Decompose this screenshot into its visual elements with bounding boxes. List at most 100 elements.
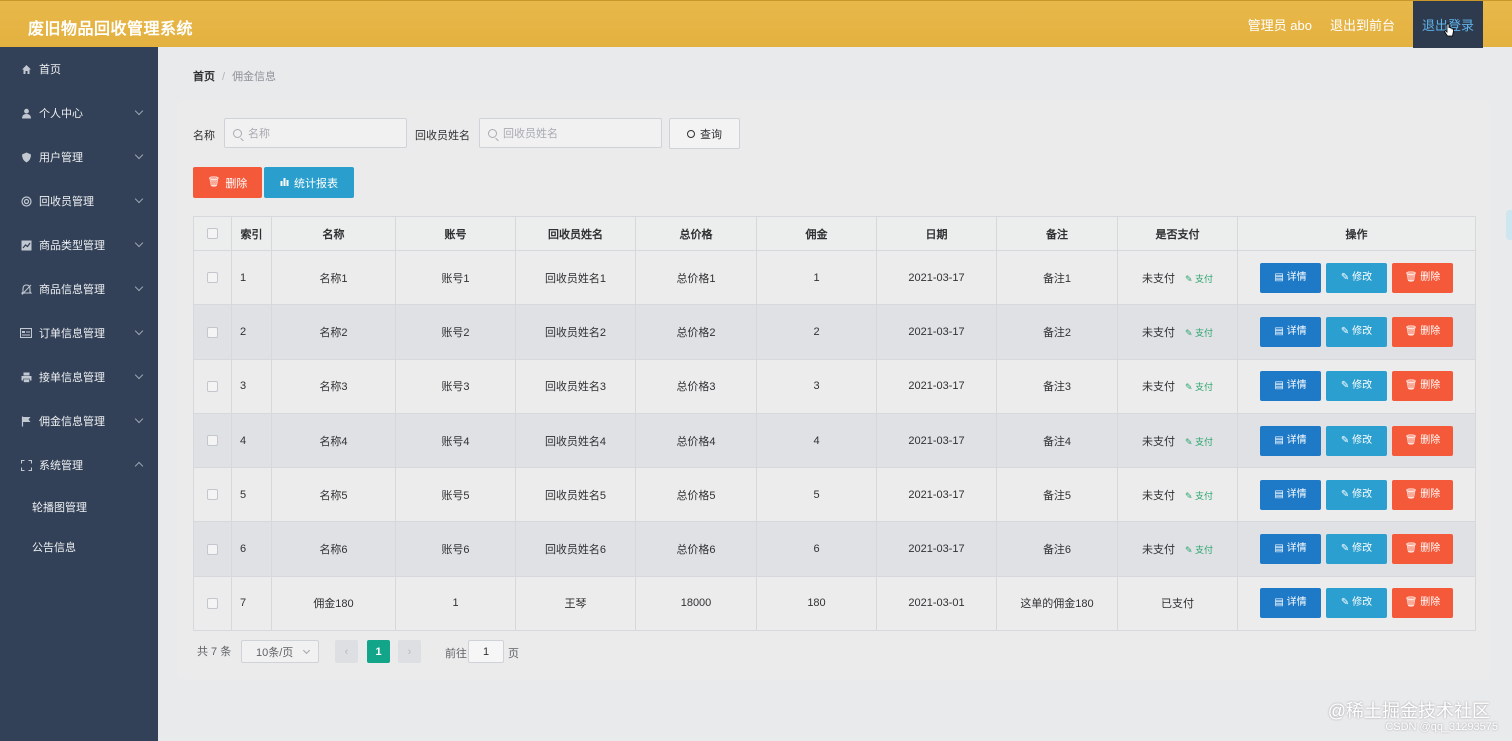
batch-delete-button[interactable]: 🗑 删除 [193,167,262,198]
sidebar-item-take-order-management[interactable]: 接单信息管理 [0,355,158,399]
cell-name: 名称2 [271,304,396,360]
edit-button[interactable]: ✎ 修改 [1326,425,1387,456]
row-checkbox[interactable] [207,543,218,555]
trash-icon: 🗑 [1404,488,1421,500]
detail-button[interactable]: ▤ 详情 [1260,262,1321,293]
watermark-csdn: CSDN @qq_31293575 [1385,721,1498,733]
name-search-input[interactable]: 名称 [224,118,407,148]
sidebar-item-goods-info-management[interactable]: 商品信息管理 [0,267,158,311]
row-select-cell[interactable] [193,358,232,414]
edit-button[interactable]: ✎ 修改 [1326,534,1387,565]
document-icon: ▤ [1274,597,1287,609]
row-checkbox[interactable] [207,272,218,284]
page-size-value: 10条/页 [256,646,294,659]
cell-date: 2021-03-17 [876,412,997,469]
sidebar-subitem-announcement[interactable]: 公告信息 [0,527,158,567]
pay-link[interactable]: ✎ 支付 [1185,274,1213,284]
sidebar-item-personal-center[interactable]: 个人中心 [0,91,158,135]
row-select-cell[interactable] [193,521,232,577]
stats-report-button[interactable]: 统计报表 [264,167,354,198]
breadcrumb-home[interactable]: 首页 [193,71,215,83]
side-drawer-handle[interactable] [1506,210,1512,240]
detail-button[interactable]: ▤ 详情 [1260,534,1321,565]
sidebar-item-commission-management[interactable]: 佣金信息管理 [0,399,158,443]
delete-button[interactable]: 🗑 删除 [1392,534,1453,565]
row-checkbox[interactable] [207,326,218,338]
sidebar-item-user-management[interactable]: 用户管理 [0,135,158,179]
sidebar-item-system-management[interactable]: 系统管理 [0,443,158,487]
select-all-cell[interactable] [193,216,232,251]
trash-icon: 🗑 [1404,271,1421,283]
row-select-cell[interactable] [193,304,232,360]
row-checkbox[interactable] [207,489,218,501]
delete-button[interactable]: 🗑 删除 [1392,425,1453,456]
delete-button[interactable]: 🗑 删除 [1392,262,1453,293]
delete-button[interactable]: 🗑 删除 [1392,588,1453,619]
cell-index: 4 [231,412,272,469]
row-checkbox[interactable] [207,380,218,392]
logout-button[interactable]: 退出登录 [1413,1,1483,48]
trash-icon: 🗑 [207,177,221,188]
row-select-cell[interactable] [193,249,232,306]
query-button[interactable]: 查询 [669,118,740,149]
sidebar-item-goods-type-management[interactable]: 商品类型管理 [0,223,158,267]
edit-button[interactable]: ✎ 修改 [1326,588,1387,619]
goto-page-input[interactable]: 1 [468,640,504,663]
pay-link[interactable]: ✎ 支付 [1185,382,1213,392]
pay-link[interactable]: ✎ 支付 [1185,545,1213,555]
header-actions: 管理员 abo 退出到前台 退出登录 [1248,1,1512,48]
sidebar-item-home[interactable]: 首页 [0,47,158,91]
detail-button[interactable]: ▤ 详情 [1260,371,1321,402]
paid-status: 已支付 [1161,598,1194,611]
back-to-front-link[interactable]: 退出到前台 [1330,15,1395,34]
edit-label: 修改 [1352,380,1373,392]
cell-total: 总价格4 [635,412,757,469]
row-checkbox[interactable] [207,435,218,447]
delete-button[interactable]: 🗑 删除 [1392,479,1453,510]
detail-button[interactable]: ▤ 详情 [1260,316,1321,347]
cell-account: 账号2 [395,304,516,360]
cell-account: 账号1 [395,249,516,306]
edit-button[interactable]: ✎ 修改 [1326,316,1387,347]
chevron-down-icon [134,282,144,292]
next-page-button[interactable]: › [398,640,421,663]
prev-page-button[interactable]: ‹ [335,640,358,663]
row-checkbox[interactable] [207,598,218,610]
edit-button[interactable]: ✎ 修改 [1326,371,1387,402]
pay-link-label: 支付 [1195,490,1214,501]
delete-button[interactable]: 🗑 删除 [1392,316,1453,347]
sidebar-item-collector-management[interactable]: 回收员管理 [0,179,158,223]
pay-link[interactable]: ✎ 支付 [1185,491,1213,501]
cell-collector: 回收员姓名1 [515,249,636,306]
row-select-cell[interactable] [193,412,232,469]
edit-button[interactable]: ✎ 修改 [1326,262,1387,293]
bell-icon [20,283,32,295]
page-number-current[interactable]: 1 [367,640,390,663]
row-select-cell[interactable] [193,575,232,632]
sidebar-subitem-carousel[interactable]: 轮播图管理 [0,487,158,527]
cell-commission: 1 [756,249,877,306]
select-all-checkbox[interactable] [207,228,218,240]
delete-button[interactable]: 🗑 删除 [1392,371,1453,402]
pay-link-label: 支付 [1195,273,1214,284]
sidebar-item-order-info-management[interactable]: 订单信息管理 [0,311,158,355]
pay-link[interactable]: ✎ 支付 [1185,328,1213,338]
document-icon: ▤ [1274,543,1287,555]
batch-delete-label: 删除 [225,177,248,190]
row-select-cell[interactable] [193,467,232,523]
collector-filter-label: 回收员姓名 [415,130,470,142]
detail-button[interactable]: ▤ 详情 [1260,425,1321,456]
page-size-select[interactable]: 10条/页 [241,640,319,663]
commission-table: 索引 名称 账号 回收员姓名 总价格 佣金 日期 备注 是否支付 操作 1 名称1… [193,216,1476,632]
pay-link[interactable]: ✎ 支付 [1185,437,1213,447]
cell-paid: 已支付 [1117,575,1238,632]
table-row: 6 名称6 账号6 回收员姓名6 总价格6 6 2021-03-17 备注6 未支付 ✎ 支付 ▤ … [193,521,1476,577]
edit-icon: ✎ [1340,380,1353,392]
collector-search-input[interactable]: 回收员姓名 [479,118,662,148]
cell-collector: 回收员姓名6 [515,521,636,577]
detail-button[interactable]: ▤ 详情 [1260,479,1321,510]
document-icon: ▤ [1274,325,1287,337]
detail-button[interactable]: ▤ 详情 [1260,588,1321,619]
edit-button[interactable]: ✎ 修改 [1326,479,1387,510]
table-header-row: 索引 名称 账号 回收员姓名 总价格 佣金 日期 备注 是否支付 操作 [193,216,1476,251]
